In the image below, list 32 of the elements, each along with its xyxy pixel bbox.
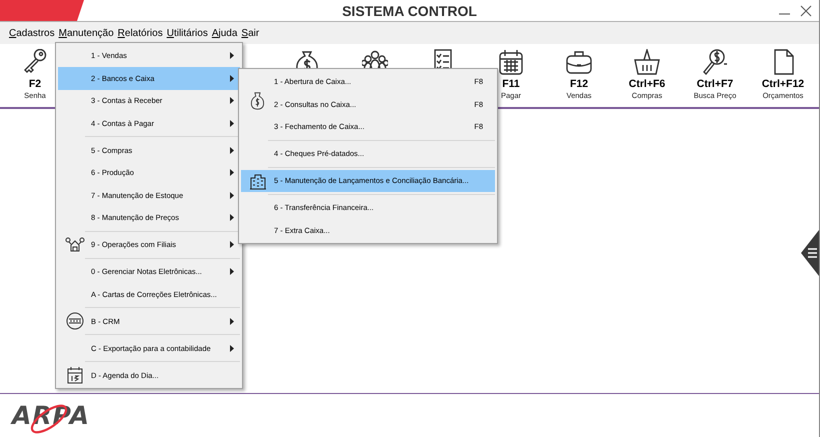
- building-icon: [248, 172, 268, 190]
- side-panel-handle[interactable]: [801, 230, 819, 276]
- basket-icon: [634, 49, 660, 75]
- menu-bar-item[interactable]: Ajuda: [212, 28, 238, 38]
- submenu-arrow-icon: [230, 169, 235, 176]
- submenu-arrow-icon: [230, 318, 235, 325]
- submenu-arrow-icon: [230, 52, 235, 60]
- submenu-arrow-icon: [230, 97, 235, 104]
- menu-bar-item[interactable]: Relatórios: [118, 28, 163, 38]
- submenu-arrow-icon: [230, 344, 235, 352]
- briefcase-icon: [566, 49, 592, 75]
- menu-bar-item[interactable]: Cadastros: [9, 28, 55, 38]
- money-bag-icon: [250, 92, 265, 110]
- submenu-arrow-icon: [230, 146, 235, 154]
- price-icon: [702, 49, 728, 75]
- menu-bar-item[interactable]: Utilitários: [166, 28, 208, 38]
- close-icon: [800, 5, 812, 17]
- calendar-icon: [498, 49, 524, 75]
- submenu-arrow-icon: [230, 192, 235, 199]
- key-icon: [22, 49, 48, 75]
- submenu-arrow-icon: [230, 268, 235, 276]
- minimize-icon: [779, 13, 790, 15]
- crm-icon: [66, 312, 84, 330]
- menu-bar-item[interactable]: Manutenção: [58, 28, 114, 38]
- submenu-arrow-icon: [230, 241, 235, 248]
- window-title: SISTEMA CONTROL: [342, 2, 477, 18]
- submenu-arrow-icon: [230, 120, 235, 127]
- submenu-arrow-icon: [230, 214, 235, 222]
- submenu-arrow-icon: [230, 74, 235, 82]
- menu-bar-item[interactable]: Sair: [241, 28, 260, 38]
- calendar-icon: [66, 366, 84, 384]
- network-icon: [64, 236, 84, 253]
